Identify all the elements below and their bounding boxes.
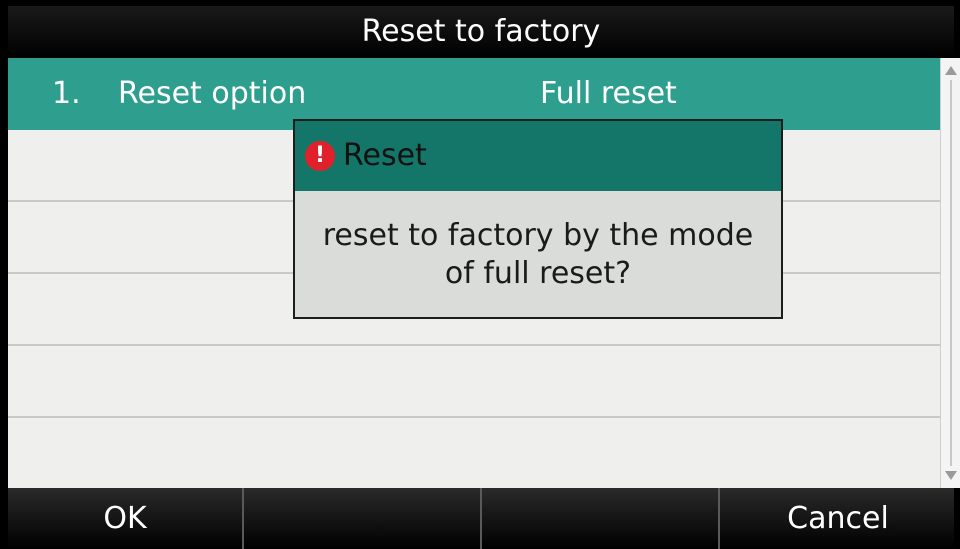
- ok-button[interactable]: OK: [8, 488, 244, 549]
- scrollbar[interactable]: [940, 58, 960, 488]
- dialog-title: Reset: [343, 138, 427, 173]
- dialog-header: ! Reset: [295, 121, 781, 191]
- softkey-bar: OK Cancel: [8, 488, 954, 549]
- dialog-message-line-2: of full reset?: [444, 256, 632, 291]
- list-item-index: 1.: [52, 76, 81, 111]
- scroll-track: [950, 80, 952, 466]
- softkey-3[interactable]: [484, 488, 720, 549]
- alert-icon: !: [305, 141, 335, 171]
- page-title: Reset to factory: [8, 6, 954, 58]
- list-item-empty: [8, 346, 940, 418]
- phone-screen: Reset to factory 1. Reset option Full re…: [0, 0, 960, 549]
- dialog-message: reset to factory by the mode of full res…: [295, 217, 781, 293]
- dialog-message-line-1: reset to factory by the mode: [322, 218, 754, 253]
- scroll-down-arrow-icon[interactable]: [945, 471, 957, 480]
- scroll-up-arrow-icon[interactable]: [945, 66, 957, 75]
- softkey-2[interactable]: [246, 488, 482, 549]
- reset-confirm-dialog: ! Reset reset to factory by the mode of …: [293, 119, 783, 319]
- cancel-button[interactable]: Cancel: [722, 488, 954, 549]
- list-item-label: Reset option: [118, 76, 307, 111]
